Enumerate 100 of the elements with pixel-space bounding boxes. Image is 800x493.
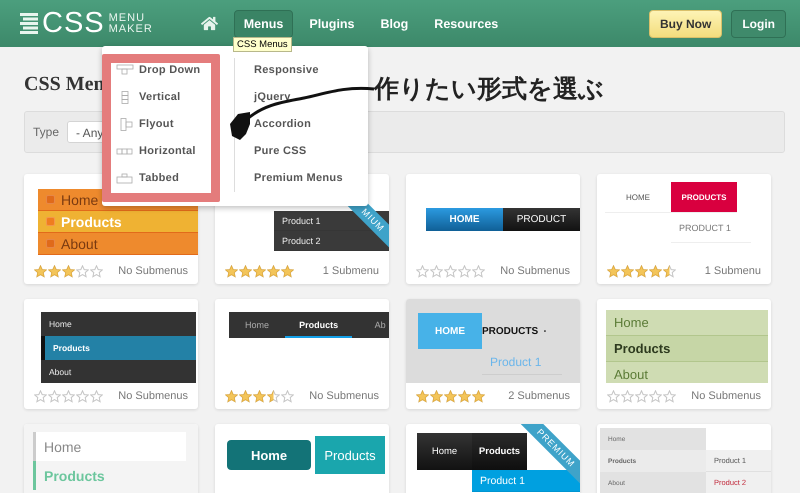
submenu-count: No Submenus: [500, 265, 570, 277]
menu-preview-item: About: [41, 360, 196, 383]
menu-preview-item: Products: [472, 433, 527, 470]
submenu-count: No Submenus: [118, 265, 188, 277]
star-icon: [48, 390, 61, 402]
star-icon: [416, 390, 429, 402]
star-icon: [48, 264, 61, 278]
nav-link[interactable]: Resources: [424, 10, 508, 38]
submenu-count: No Submenus: [309, 390, 379, 402]
menu-preview-item: Home: [227, 440, 311, 470]
star-icon: [90, 390, 103, 402]
menu-item[interactable]: jQuery: [254, 88, 365, 106]
nav-link[interactable]: Menus: [234, 10, 294, 38]
star-icon: [62, 390, 75, 402]
star-icon: [649, 390, 662, 402]
star-icon: [225, 390, 238, 402]
menu-card[interactable]: Home Products: [24, 424, 198, 493]
submenu-count: 1 Submenu: [704, 265, 761, 277]
menu-preview-item: Home: [417, 433, 472, 470]
submenu-item: Product 1: [472, 470, 580, 492]
tooltip: CSS Menus: [233, 37, 292, 52]
star-icon: [34, 390, 47, 402]
star-icon: [430, 390, 443, 402]
star-icon: [444, 264, 457, 278]
star-icon: [239, 390, 252, 402]
menu-preview-item: About: [38, 233, 198, 255]
menu-preview-item: PRODUCTS: [482, 313, 546, 349]
menu-preview-item: Products: [38, 211, 198, 233]
submenu-count: No Submenus: [118, 390, 188, 402]
menu-item[interactable]: Vertical: [116, 88, 234, 106]
login-button[interactable]: Login: [731, 10, 786, 38]
menu-preview-item: Home: [41, 312, 196, 336]
star-icon: [253, 264, 266, 278]
menu-card[interactable]: Home Products About No Submenus: [597, 299, 771, 409]
menu-card[interactable]: Home Products Ab No Submenus: [215, 299, 389, 409]
menu-preview-item: PRODUCTS: [671, 182, 737, 213]
star-icon: [62, 264, 75, 278]
submenu-count: No Submenus: [691, 390, 761, 402]
home-icon[interactable]: [200, 15, 218, 32]
star-icon: [621, 264, 634, 278]
menu-card[interactable]: HOME PRODUCTS Product 1 2 Submenus: [406, 299, 580, 409]
star-icon: [416, 264, 429, 278]
menu-preview-item: Products: [606, 336, 768, 362]
logo-text: CSS: [42, 9, 105, 38]
submenu-item: Product 2: [274, 231, 389, 251]
menu-item[interactable]: Accordion: [254, 115, 365, 133]
menu-card[interactable]: HOME PRODUCT No Submenus: [406, 174, 580, 284]
annotation-text: 作りたい形式を選ぶ: [374, 74, 604, 105]
menu-card[interactable]: Home Products About No Submenus: [24, 299, 198, 409]
submenu-count: 1 Submenu: [322, 265, 379, 277]
star-icon: [663, 390, 676, 402]
menu-preview-item: PRODUCT: [503, 208, 580, 231]
menu-item[interactable]: Horizontal: [116, 142, 234, 160]
star-icon: [76, 390, 89, 402]
menu-preview-item: Products: [41, 336, 196, 360]
star-icon: [90, 264, 103, 278]
star-icon: [635, 264, 648, 278]
nav-link[interactable]: Plugins: [299, 10, 365, 38]
star-icon: [76, 264, 89, 278]
menu-item[interactable]: Responsive: [254, 61, 365, 79]
nav-link[interactable]: Blog: [370, 10, 418, 38]
star-icon: [225, 264, 238, 278]
star-icon: [472, 390, 485, 402]
star-icon: [34, 264, 47, 278]
menu-preview-item: Home: [33, 432, 186, 461]
menu-preview-item: About: [606, 362, 768, 383]
buy-button[interactable]: Buy Now: [649, 10, 722, 38]
menu-preview-item: HOME: [418, 313, 482, 349]
tabbed-menu-icon: [116, 172, 134, 184]
menu-preview-item: Home: [229, 312, 285, 338]
menu-card[interactable]: HOME PRODUCTS PRODUCT 1 1 Submenu: [597, 174, 771, 284]
star-icon: [253, 390, 266, 402]
menu-item[interactable]: Pure CSS: [254, 142, 365, 160]
star-icon: [635, 390, 648, 402]
menu-preview-item: HOME: [426, 208, 503, 231]
star-icon: [267, 390, 280, 402]
logo-text: MAKER: [108, 24, 153, 34]
menu-preview-item: Home: [606, 310, 768, 336]
star-icon: [458, 264, 471, 278]
submenu-item: Product 1: [482, 349, 562, 375]
filter-label: Type: [33, 125, 60, 139]
star-icon: [239, 264, 252, 278]
menu-preview-item: Ab: [352, 312, 389, 338]
star-icon: [430, 264, 443, 278]
star-icon: [281, 390, 294, 402]
star-icon: [444, 390, 457, 402]
menu-item[interactable]: Drop Down: [116, 61, 234, 79]
star-icon: [472, 264, 485, 278]
logo-text: MENU: [108, 12, 146, 24]
menu-card[interactable]: Home Products: [215, 424, 389, 493]
menu-preview-item: Products: [315, 436, 385, 474]
submenu-count: 2 Submenus: [508, 390, 570, 402]
star-icon: [607, 264, 620, 278]
star-icon: [267, 264, 280, 278]
star-icon: [458, 390, 471, 402]
star-icon: [663, 264, 676, 278]
star-icon: [607, 390, 620, 402]
star-icon: [649, 264, 662, 278]
star-icon: [281, 264, 294, 278]
dropdown-menu-icon: [116, 64, 134, 76]
